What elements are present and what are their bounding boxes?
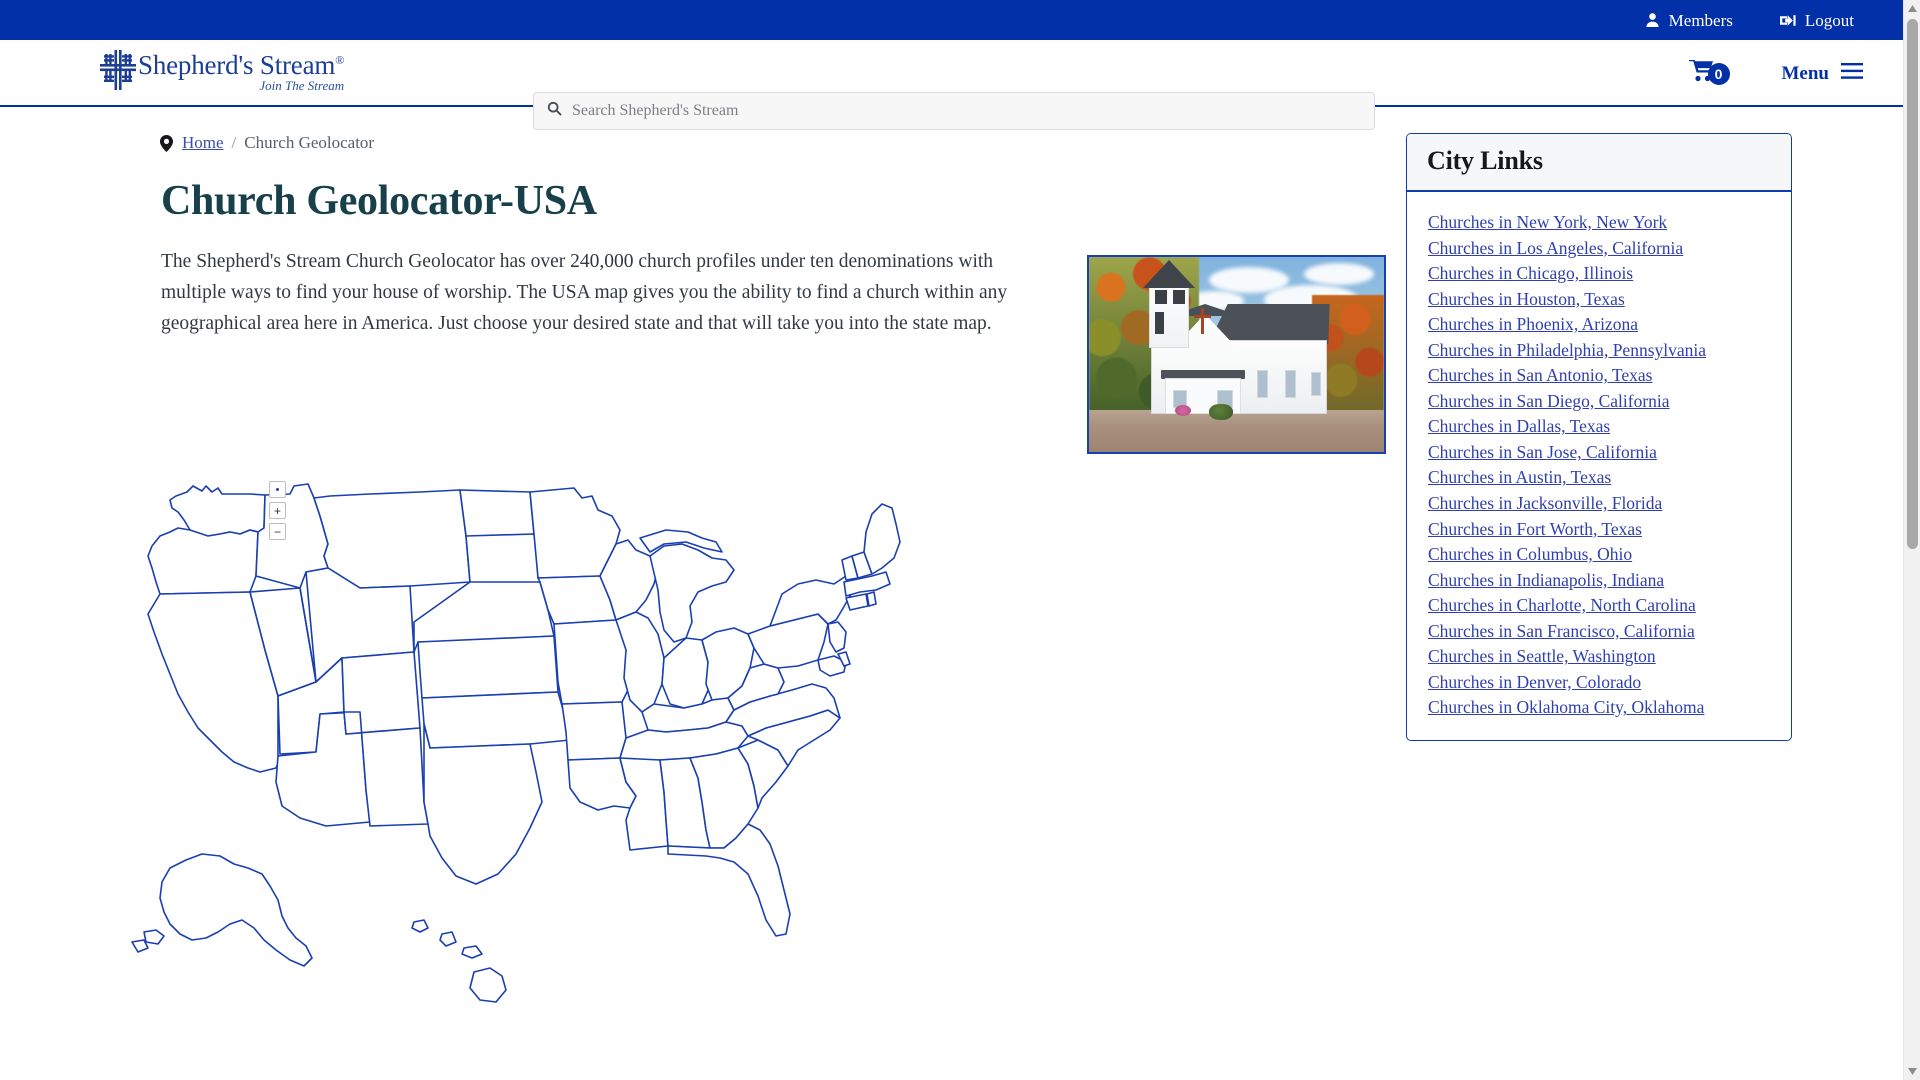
church-photo-container — [1087, 255, 1386, 454]
site-header: Shepherd's Stream® Join The Stream 0 Men… — [0, 40, 1920, 130]
page-description: The Shepherd's Stream Church Geolocator … — [161, 251, 1008, 334]
city-link[interactable]: Churches in New York, New York — [1428, 210, 1770, 236]
usa-states-map[interactable] — [130, 472, 1130, 1047]
woven-cross-logo-icon — [100, 50, 136, 95]
map-zoom-in-button[interactable]: + — [269, 502, 286, 519]
logo-tagline: Join The Stream — [259, 78, 345, 94]
photo-cloud — [1304, 263, 1374, 285]
menu-label: Menu — [1781, 62, 1830, 84]
cart-count-badge: 0 — [1707, 62, 1730, 85]
city-link[interactable]: Churches in Dallas, Texas — [1428, 414, 1770, 440]
photo-shrub — [1209, 404, 1233, 420]
map-reset-button[interactable] — [269, 481, 286, 498]
photo-tower-louver — [1173, 290, 1185, 304]
members-link[interactable]: Members — [1645, 12, 1733, 29]
logout-link[interactable]: Logout — [1779, 10, 1854, 30]
city-link[interactable]: Churches in San Antonio, Texas — [1428, 363, 1770, 389]
breadcrumb-home-link[interactable]: Home — [182, 133, 224, 153]
state-alaska-islands — [143, 929, 165, 945]
city-link[interactable]: Churches in Phoenix, Arizona — [1428, 312, 1770, 338]
state-kansas — [417, 635, 559, 699]
state-new-jersey — [827, 621, 847, 653]
scrollbar-up-arrow[interactable] — [1904, 0, 1920, 17]
logo-wordmark: Shepherd's Stream® — [138, 49, 345, 80]
state-indiana — [661, 637, 711, 709]
hamburger-icon — [1841, 62, 1863, 85]
content-container: Home / Church Geolocator Church Geolocat… — [128, 133, 1792, 1047]
scrollbar-thumb[interactable] — [1907, 19, 1918, 549]
photo-tower-louver — [1155, 290, 1167, 304]
usa-map-area[interactable]: + − — [130, 472, 1280, 1047]
church-photo — [1087, 255, 1386, 454]
location-pin-icon — [160, 134, 173, 152]
city-link[interactable]: Churches in Houston, Texas — [1428, 287, 1770, 313]
menu-button[interactable]: Menu — [1781, 62, 1863, 85]
city-link[interactable]: Churches in Charlotte, North Carolina — [1428, 593, 1770, 619]
members-label: Members — [1668, 10, 1733, 30]
breadcrumb-separator: / — [231, 133, 237, 152]
city-link[interactable]: Churches in San Francisco, California — [1428, 619, 1770, 645]
map-zoom-out-button[interactable]: − — [269, 523, 286, 540]
logout-icon — [1779, 13, 1796, 28]
top-utility-bar: Members Logout — [0, 0, 1920, 40]
city-link[interactable]: Churches in Indianapolis, Indiana — [1428, 568, 1770, 594]
photo-window — [1257, 370, 1268, 398]
photo-window — [1285, 370, 1296, 398]
state-oklahoma — [421, 691, 571, 749]
city-link[interactable]: Churches in Columbus, Ohio — [1428, 542, 1770, 568]
city-link[interactable]: Churches in San Diego, California — [1428, 389, 1770, 415]
city-links-card-header: City Links — [1407, 134, 1791, 192]
state-hawaii-maui — [461, 945, 483, 959]
state-south-dakota — [465, 533, 541, 587]
user-icon — [1645, 12, 1660, 28]
city-link[interactable]: Churches in Fort Worth, Texas — [1428, 517, 1770, 543]
state-maine — [863, 503, 901, 575]
map-controls: + − — [269, 481, 286, 540]
logout-label: Logout — [1804, 10, 1854, 30]
breadcrumb: Home / Church Geolocator — [130, 133, 1388, 153]
state-alaska-islands — [131, 939, 149, 953]
state-alaska — [159, 853, 313, 967]
city-link[interactable]: Churches in Jacksonville, Florida — [1428, 491, 1770, 517]
breadcrumb-current: Church Geolocator — [244, 133, 375, 152]
photo-church-cross — [1194, 308, 1211, 334]
city-link[interactable]: Churches in Seattle, Washington — [1428, 644, 1770, 670]
page-scrollbar[interactable] — [1903, 0, 1920, 1080]
city-link[interactable]: Churches in Denver, Colorado — [1428, 670, 1770, 696]
photo-tower-window — [1155, 312, 1164, 334]
state-oregon — [147, 527, 259, 595]
state-michigan — [649, 543, 735, 643]
city-links-list: Churches in New York, New York Churches i… — [1407, 192, 1791, 740]
main-column: Home / Church Geolocator Church Geolocat… — [128, 133, 1388, 1047]
page-body: Home / Church Geolocator Church Geolocat… — [0, 107, 1920, 1047]
photo-window — [1311, 372, 1321, 396]
photo-church-spire — [1143, 260, 1195, 288]
city-link[interactable]: Churches in Los Angeles, California — [1428, 236, 1770, 262]
city-link[interactable]: Churches in San Jose, California — [1428, 440, 1770, 466]
city-link[interactable]: Churches in Chicago, Illinois — [1428, 261, 1770, 287]
sidebar-column: City Links Churches in New York, New Yor… — [1388, 133, 1792, 741]
state-rhode-island — [866, 591, 877, 607]
state-hawaii-oahu — [439, 931, 457, 947]
header-actions: 0 Menu — [1688, 40, 1863, 107]
city-links-title: City Links — [1427, 146, 1543, 175]
state-hawaii-bigisland — [469, 967, 507, 1003]
page-title: Church Geolocator-USA — [161, 178, 597, 224]
city-links-card: City Links Churches in New York, New Yor… — [1406, 133, 1792, 741]
site-logo[interactable]: Shepherd's Stream® Join The Stream — [100, 50, 344, 95]
city-link[interactable]: Churches in Oklahoma City, Oklahoma — [1428, 695, 1770, 721]
cart-button[interactable]: 0 — [1688, 60, 1730, 87]
photo-flowerbox — [1175, 405, 1191, 416]
city-link[interactable]: Churches in Philadelphia, Pennsylvania — [1428, 338, 1770, 364]
photo-ground — [1089, 410, 1384, 452]
state-arkansas — [561, 701, 627, 761]
registered-mark: ® — [335, 52, 345, 67]
state-texas — [423, 723, 543, 885]
scrollbar-down-arrow[interactable] — [1904, 1063, 1920, 1080]
state-north-dakota — [459, 489, 535, 539]
city-link[interactable]: Churches in Austin, Texas — [1428, 465, 1770, 491]
state-hawaii-kauai — [411, 919, 429, 933]
intro-row: The Shepherd's Stream Church Geolocator … — [130, 247, 1388, 454]
